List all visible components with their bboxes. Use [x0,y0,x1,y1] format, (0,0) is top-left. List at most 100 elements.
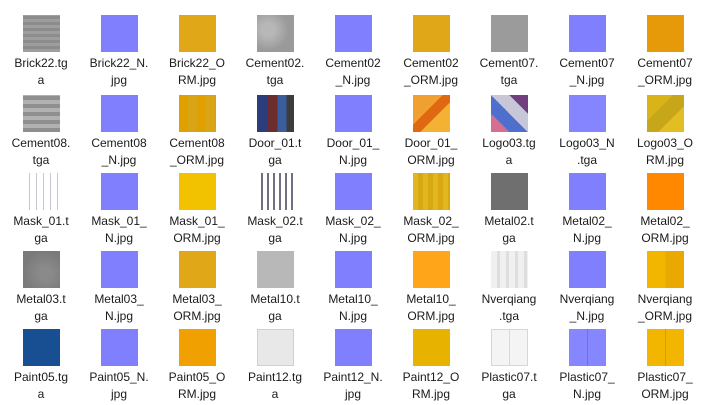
file-thumbnail [491,251,528,288]
file-thumbnail [647,95,684,132]
file-item[interactable]: Nverqiang _ORM.jpg [626,238,704,323]
file-thumbnail [413,15,450,52]
file-item[interactable]: Paint12.tg a [236,316,314,401]
file-name-label: Paint12_O RM.jpg [402,370,460,401]
file-item[interactable]: Mask_02_ N.jpg [314,160,392,245]
file-item[interactable]: Metal10.t ga [236,238,314,323]
file-thumbnail [647,15,684,52]
file-item[interactable]: Metal02.t ga [470,160,548,245]
file-item[interactable]: Metal02_ N.jpg [548,160,626,245]
file-item[interactable]: Cement08. tga [2,82,80,167]
file-name-label: Paint12.tg a [247,370,303,401]
file-thumbnail [647,173,684,210]
file-name-label: Plastic07_ N.jpg [559,370,615,401]
file-item[interactable]: Cement08 _ORM.jpg [158,82,236,167]
file-name-label: Paint05_O RM.jpg [168,370,226,401]
file-thumbnail [179,95,216,132]
file-item[interactable]: Nverqiang .tga [470,238,548,323]
file-item[interactable]: Paint05_O RM.jpg [158,316,236,401]
file-thumbnail [179,251,216,288]
file-item[interactable]: Cement07 _N.jpg [548,2,626,87]
file-thumbnail [101,173,138,210]
file-item[interactable]: Cement02. tga [236,2,314,87]
file-item[interactable]: Logo03_N .tga [548,82,626,167]
file-thumbnail [23,173,60,210]
file-item[interactable]: Metal03_ N.jpg [80,238,158,323]
file-item[interactable]: Metal03.t ga [2,238,80,323]
file-thumbnail [569,15,606,52]
file-thumbnail [101,15,138,52]
file-item[interactable]: Logo03_O RM.jpg [626,82,704,167]
file-thumbnail [257,173,294,210]
file-thumbnail [413,95,450,132]
file-item[interactable]: Brick22_N. jpg [80,2,158,87]
file-thumbnail [569,173,606,210]
file-thumbnail [647,329,684,366]
file-item[interactable]: Cement07. tga [470,2,548,87]
file-thumbnail [257,329,294,366]
file-item[interactable]: Metal10_ N.jpg [314,238,392,323]
file-item[interactable]: Door_01_ ORM.jpg [392,82,470,167]
file-thumbnail [23,15,60,52]
file-item[interactable]: Metal03_ ORM.jpg [158,238,236,323]
file-thumbnail [101,95,138,132]
file-item[interactable]: Nverqiang _N.jpg [548,238,626,323]
file-thumbnail [413,251,450,288]
file-item[interactable]: Cement02 _N.jpg [314,2,392,87]
file-thumbnail [413,329,450,366]
file-item[interactable]: Mask_01_ ORM.jpg [158,160,236,245]
file-icon-grid: Brick22.tg a Brick22_N. jpg Brick22_O RM.jpg C… [0,0,720,405]
file-item[interactable]: Paint05.tg a [2,316,80,401]
file-item[interactable]: Cement08 _N.jpg [80,82,158,167]
file-item[interactable]: Metal02_ ORM.jpg [626,160,704,245]
file-item[interactable]: Door_01_ N.jpg [314,82,392,167]
file-name-label: Plastic07.t ga [481,370,537,401]
file-item[interactable]: Plastic07.t ga [470,316,548,401]
file-name-label: Paint05.tg a [13,370,69,401]
file-name-label: Paint05_N. jpg [89,370,149,401]
file-thumbnail [335,173,372,210]
file-item[interactable]: Mask_01_ N.jpg [80,160,158,245]
file-name-label: Paint12_N. jpg [323,370,383,401]
file-thumbnail [179,329,216,366]
file-item[interactable]: Plastic07_ ORM.jpg [626,316,704,401]
file-thumbnail [491,329,528,366]
file-item[interactable]: Door_01.t ga [236,82,314,167]
file-thumbnail [101,329,138,366]
file-item[interactable]: Brick22_O RM.jpg [158,2,236,87]
file-thumbnail [569,329,606,366]
file-item[interactable]: Mask_02_ ORM.jpg [392,160,470,245]
file-thumbnail [335,95,372,132]
file-thumbnail [23,251,60,288]
file-thumbnail [491,173,528,210]
file-thumbnail [491,15,528,52]
file-thumbnail [179,173,216,210]
file-thumbnail [335,15,372,52]
file-thumbnail [257,95,294,132]
file-thumbnail [179,15,216,52]
file-item[interactable]: Brick22.tg a [2,2,80,87]
file-item[interactable]: Paint12_N. jpg [314,316,392,401]
file-thumbnail [335,251,372,288]
file-thumbnail [413,173,450,210]
file-item[interactable]: Mask_02.t ga [236,160,314,245]
file-thumbnail [491,95,528,132]
file-thumbnail [335,329,372,366]
file-item[interactable]: Logo03.tg a [470,82,548,167]
file-thumbnail [257,15,294,52]
file-thumbnail [647,251,684,288]
file-item[interactable]: Paint12_O RM.jpg [392,316,470,401]
file-item[interactable]: Metal10_ ORM.jpg [392,238,470,323]
file-item[interactable]: Paint05_N. jpg [80,316,158,401]
file-thumbnail [569,95,606,132]
file-thumbnail [569,251,606,288]
file-item[interactable]: Cement02 _ORM.jpg [392,2,470,87]
file-item[interactable]: Mask_01.t ga [2,160,80,245]
file-item[interactable]: Plastic07_ N.jpg [548,316,626,401]
file-thumbnail [257,251,294,288]
file-thumbnail [23,329,60,366]
file-thumbnail [101,251,138,288]
file-item[interactable]: Cement07 _ORM.jpg [626,2,704,87]
file-thumbnail [23,95,60,132]
file-name-label: Plastic07_ ORM.jpg [637,370,693,401]
